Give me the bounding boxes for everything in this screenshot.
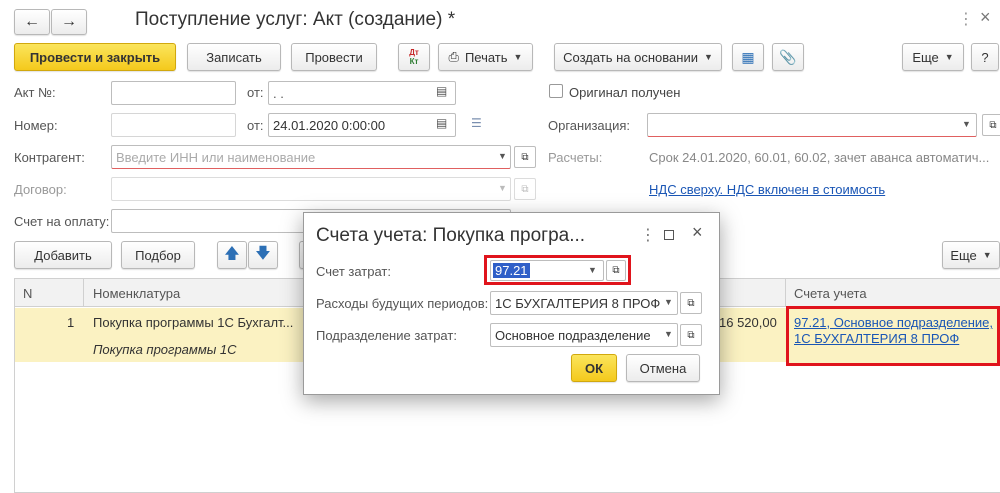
dialog-close-icon[interactable]: ×	[692, 222, 703, 243]
deferred-input[interactable]: 1С БУХГАЛТЕРИЯ 8 ПРОФ	[490, 291, 678, 315]
maximize-icon[interactable]	[664, 230, 674, 240]
contract-input[interactable]	[111, 177, 511, 201]
column-divider	[785, 279, 786, 307]
arrow-down-icon: 🡇	[255, 244, 271, 262]
post-and-close-button[interactable]: Провести и закрыть	[14, 43, 176, 71]
chevron-down-icon: ▼	[513, 52, 523, 62]
forward-button[interactable]: →	[51, 9, 87, 35]
row-number: 1	[67, 315, 75, 330]
move-down-button[interactable]: 🡇	[248, 241, 278, 269]
open-organization-button[interactable]: ⧉	[982, 114, 1000, 136]
open-icon: ⧉	[687, 329, 695, 341]
settlements-label: Расчеты:	[548, 150, 603, 165]
open-icon: ⧉	[989, 119, 997, 131]
printer-icon: ⎙	[448, 49, 459, 64]
hierarchy-icon: ▦	[741, 48, 755, 65]
accounts-link-line1[interactable]: 97.21, Основное подразделение,	[794, 315, 993, 330]
arrow-up-icon: 🡅	[224, 244, 240, 262]
window-title: Поступление услуг: Акт (создание) *	[135, 9, 456, 30]
close-icon[interactable]: ×	[980, 7, 991, 28]
vat-link[interactable]: НДС сверху. НДС включен в стоимость	[649, 182, 885, 197]
save-button[interactable]: Записать	[187, 43, 281, 71]
chevron-down-icon[interactable]: ▼	[498, 183, 507, 193]
contractor-input[interactable]: Введите ИНН или наименование	[111, 145, 511, 169]
number-date-label: от:	[247, 118, 264, 133]
column-divider	[83, 279, 84, 307]
help-button[interactable]: ?	[971, 43, 999, 71]
row-sum: 16 520,00	[719, 315, 777, 330]
structure-button[interactable]: ▦	[732, 43, 764, 71]
open-cost-account-button[interactable]: ⧉	[606, 260, 626, 281]
header-n[interactable]: N	[23, 286, 32, 301]
more-button[interactable]: Еще ▼	[902, 43, 964, 71]
chevron-down-icon[interactable]: ▼	[962, 119, 971, 129]
act-date-label: от:	[247, 85, 264, 100]
chevron-down-icon[interactable]: ▼	[498, 151, 507, 161]
act-date-input[interactable]: . .	[268, 81, 456, 105]
settlements-value: Срок 24.01.2020, 60.01, 60.02, зачет ава…	[649, 150, 990, 165]
back-button[interactable]: ←	[14, 9, 50, 35]
accounts-link-line2[interactable]: 1С БУХГАЛТЕРИЯ 8 ПРОФ	[794, 331, 959, 346]
window-menu-icon[interactable]: ⋮	[958, 9, 974, 29]
dialog-menu-icon[interactable]: ⋮	[640, 225, 656, 245]
create-based-button[interactable]: Создать на основании ▼	[554, 43, 722, 71]
post-button[interactable]: Провести	[291, 43, 377, 71]
print-button[interactable]: ⎙ Печать ▼	[438, 43, 533, 71]
calendar-icon[interactable]: ▤	[436, 84, 447, 98]
open-icon: ⧉	[521, 151, 529, 163]
arrow-left-icon: ←	[24, 13, 40, 30]
invoice-label: Счет на оплату:	[14, 214, 110, 229]
add-button[interactable]: Добавить	[14, 241, 112, 269]
number-date-input[interactable]: 24.01.2020 0:00:00	[268, 113, 456, 137]
chevron-down-icon[interactable]: ▼	[660, 329, 673, 339]
open-contractor-button[interactable]: ⧉	[514, 146, 536, 168]
dt-kt-icon: Дт Кт	[409, 48, 419, 66]
chevron-down-icon[interactable]: ▼	[660, 297, 673, 307]
attach-button[interactable]: 📎	[772, 43, 804, 71]
contract-label: Договор:	[14, 182, 67, 197]
arrow-right-icon: →	[61, 13, 77, 30]
chevron-down-icon: ▼	[944, 52, 954, 62]
open-icon: ⧉	[687, 297, 695, 309]
dt-kt-button[interactable]: Дт Кт	[398, 43, 430, 71]
number-label: Номер:	[14, 118, 58, 133]
row-item: Покупка программы 1С Бухгалт...	[93, 315, 294, 330]
open-deferred-button[interactable]: ⧉	[680, 292, 702, 314]
original-label: Оригинал получен	[569, 85, 681, 100]
paperclip-icon: 📎	[779, 48, 797, 65]
act-number-label: Акт №:	[14, 85, 56, 100]
organization-input[interactable]	[647, 113, 977, 137]
row-item-sub: Покупка программы 1С	[93, 342, 237, 357]
act-number-input[interactable]	[111, 81, 236, 105]
chevron-down-icon: ▼	[982, 250, 992, 260]
deferred-label: Расходы будущих периодов:	[316, 296, 489, 311]
dialog-title: Счета учета: Покупка програ...	[316, 225, 586, 246]
contractor-label: Контрагент:	[14, 150, 85, 165]
header-accounts[interactable]: Счета учета	[794, 286, 867, 301]
open-division-button[interactable]: ⧉	[680, 324, 702, 346]
cancel-button[interactable]: Отмена	[626, 354, 700, 382]
select-button[interactable]: Подбор	[121, 241, 195, 269]
accounts-dialog: Счета учета: Покупка програ... ⋮ × Счет …	[303, 212, 720, 395]
cost-account-input[interactable]: 97.21	[490, 260, 604, 281]
division-label: Подразделение затрат:	[316, 328, 457, 343]
ok-button[interactable]: ОК	[571, 354, 617, 382]
chevron-down-icon[interactable]: ▼	[588, 265, 597, 275]
chevron-down-icon: ▼	[703, 52, 713, 62]
division-input[interactable]: Основное подразделение	[490, 323, 678, 347]
accounts-cell-highlight[interactable]: 97.21, Основное подразделение, 1С БУХГАЛ…	[786, 306, 1000, 366]
number-input[interactable]	[111, 113, 236, 137]
table-more-button[interactable]: Еще ▼	[942, 241, 1000, 269]
organization-label: Организация:	[548, 118, 631, 133]
move-up-button[interactable]: 🡅	[217, 241, 247, 269]
cost-account-label: Счет затрат:	[316, 264, 391, 279]
open-icon: ⧉	[521, 183, 529, 195]
comment-icon[interactable]: ☰	[471, 116, 482, 130]
open-contract-button[interactable]: ⧉	[514, 178, 536, 200]
header-item[interactable]: Номенклатура	[93, 286, 180, 301]
calendar-icon[interactable]: ▤	[436, 116, 447, 130]
open-icon: ⧉	[612, 265, 620, 276]
original-checkbox[interactable]	[549, 84, 563, 98]
